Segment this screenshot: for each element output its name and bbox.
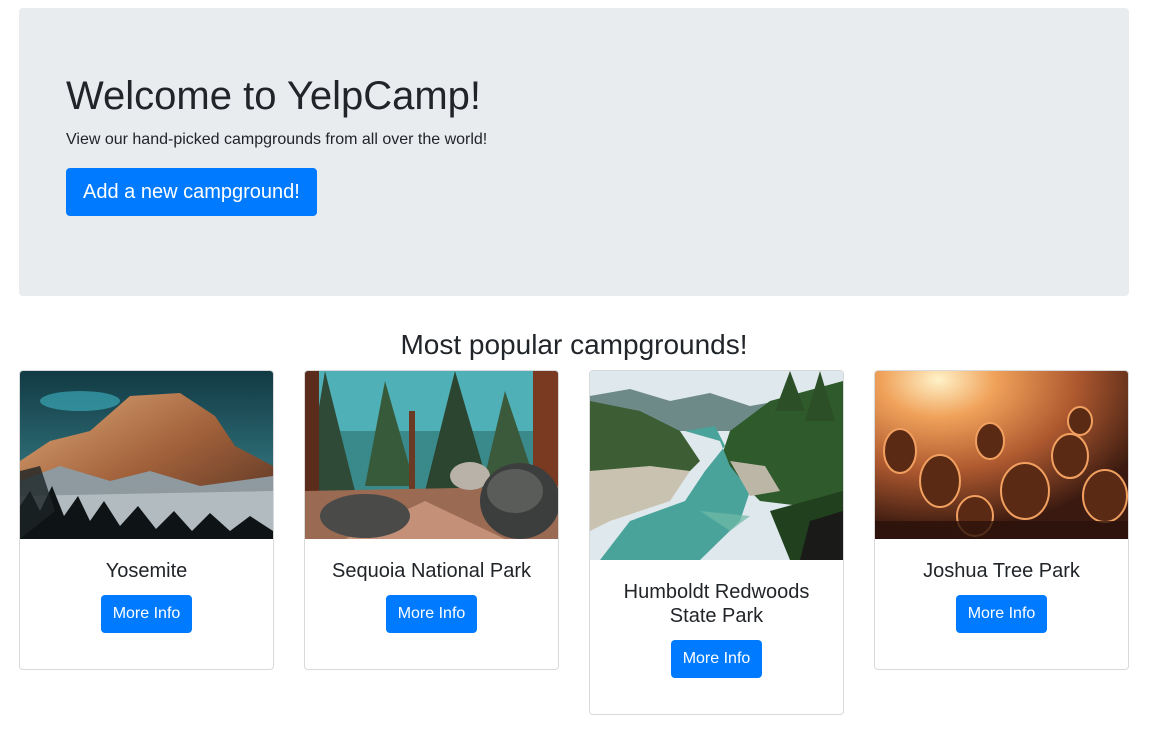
campground-name: Humboldt Redwoods State Park — [623, 581, 810, 627]
campground-card: Joshua Tree Park More Info — [874, 370, 1129, 670]
card-body: Joshua Tree Park More Info — [875, 539, 1128, 669]
campground-card: Humboldt Redwoods State Park More Info — [589, 370, 844, 715]
more-info-button[interactable]: More Info — [670, 640, 763, 678]
more-info-button[interactable]: More Info — [385, 595, 478, 633]
campground-image-joshua-tree — [875, 371, 1128, 539]
campground-name: Yosemite — [105, 560, 188, 582]
more-info-button[interactable]: More Info — [100, 595, 193, 633]
campground-image-yosemite — [20, 371, 273, 539]
campground-name: Sequoia National Park — [331, 560, 531, 582]
more-info-button[interactable]: More Info — [955, 595, 1048, 633]
campground-image-humboldt — [590, 371, 843, 560]
jumbotron: Welcome to YelpCamp! View our hand-picke… — [19, 8, 1129, 296]
page-title: Welcome to YelpCamp! — [66, 74, 482, 118]
add-campground-button[interactable]: Add a new campground! — [66, 168, 317, 216]
campground-card: Sequoia National Park More Info — [304, 370, 559, 670]
page-subtitle: View our hand-picked campgrounds from al… — [66, 131, 488, 148]
card-body: Sequoia National Park More Info — [305, 539, 558, 669]
campground-name: Joshua Tree Park — [923, 560, 1080, 582]
card-body: Humboldt Redwoods State Park More Info — [590, 560, 843, 714]
card-body: Yosemite More Info — [20, 539, 273, 669]
campground-image-sequoia — [305, 371, 558, 539]
campground-card: Yosemite More Info — [19, 370, 274, 670]
section-heading: Most popular campgrounds! — [400, 329, 748, 360]
